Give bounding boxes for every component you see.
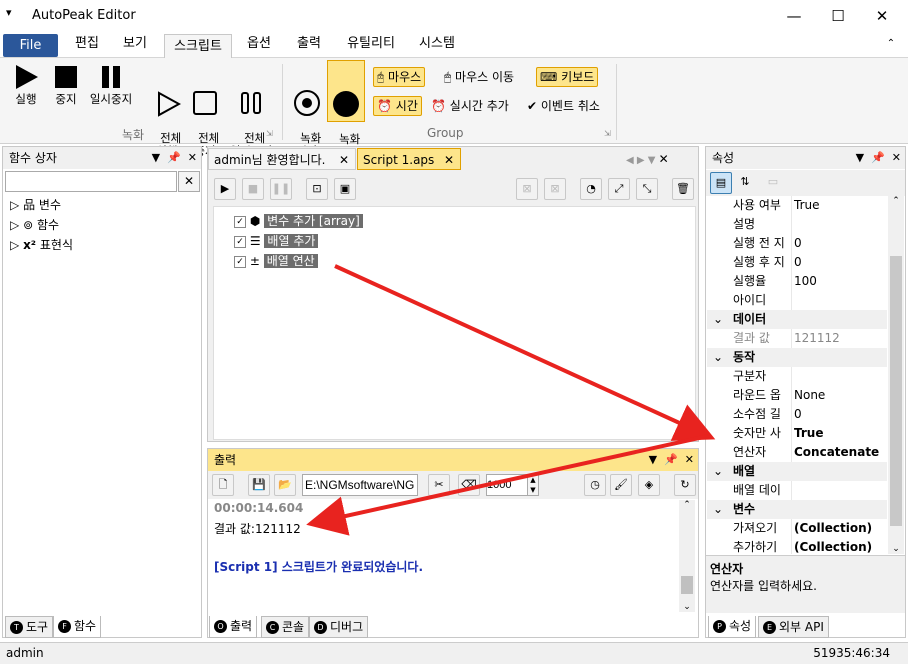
annotation-arrow [334, 264, 716, 441]
annotation-arrows [306, 264, 716, 536]
annotation-arrow [306, 434, 709, 536]
